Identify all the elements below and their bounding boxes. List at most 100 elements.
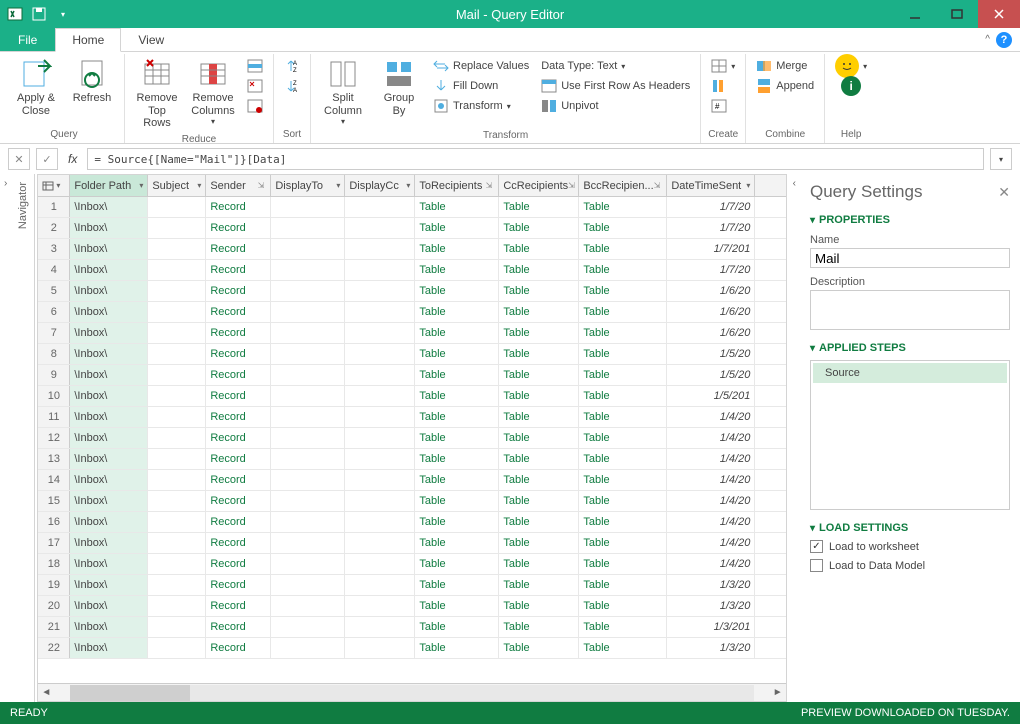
first-row-headers-button[interactable]: Use First Row As Headers [537, 76, 694, 96]
cell-subject[interactable] [148, 596, 206, 616]
row-number[interactable]: 11 [38, 407, 70, 427]
cell-cc[interactable]: Table [499, 596, 579, 616]
cell-bcc[interactable]: Table [579, 575, 667, 595]
cell-folder[interactable]: \Inbox\ [70, 407, 148, 427]
cell-datetime[interactable]: 1/5/20 [667, 365, 755, 385]
cell-cc[interactable]: Table [499, 554, 579, 574]
cell-folder[interactable]: \Inbox\ [70, 281, 148, 301]
cell-displayto[interactable] [271, 575, 345, 595]
cell-bcc[interactable]: Table [579, 638, 667, 658]
cell-sender[interactable]: Record [206, 449, 271, 469]
cell-cc[interactable]: Table [499, 218, 579, 238]
col-displaycc[interactable]: DisplayCc▾ [345, 175, 415, 196]
cell-subject[interactable] [148, 323, 206, 343]
cell-displayto[interactable] [271, 323, 345, 343]
keep-rows-button[interactable] [243, 56, 267, 76]
remove-errors-button[interactable] [243, 96, 267, 116]
cell-bcc[interactable]: Table [579, 197, 667, 217]
cell-subject[interactable] [148, 449, 206, 469]
cell-to[interactable]: Table [415, 407, 499, 427]
group-by-button[interactable]: Group By [373, 56, 425, 119]
cell-displaycc[interactable] [345, 554, 415, 574]
cell-subject[interactable] [148, 512, 206, 532]
scroll-right-icon[interactable]: ► [770, 687, 786, 698]
table-row[interactable]: 21\Inbox\RecordTableTableTable1/3/201 [38, 617, 785, 638]
col-datetimesent[interactable]: DateTimeSent▾ [667, 175, 755, 196]
cell-datetime[interactable]: 1/3/20 [667, 638, 755, 658]
cell-cc[interactable]: Table [499, 281, 579, 301]
cell-folder[interactable]: \Inbox\ [70, 365, 148, 385]
cell-to[interactable]: Table [415, 554, 499, 574]
cell-to[interactable]: Table [415, 449, 499, 469]
cell-cc[interactable]: Table [499, 365, 579, 385]
cell-sender[interactable]: Record [206, 302, 271, 322]
close-button[interactable] [978, 0, 1020, 28]
cell-subject[interactable] [148, 260, 206, 280]
cell-to[interactable]: Table [415, 239, 499, 259]
cell-subject[interactable] [148, 428, 206, 448]
cell-datetime[interactable]: 1/3/20 [667, 596, 755, 616]
row-number[interactable]: 5 [38, 281, 70, 301]
unpivot-button[interactable]: Unpivot [537, 96, 694, 116]
cell-folder[interactable]: \Inbox\ [70, 197, 148, 217]
cell-displaycc[interactable] [345, 239, 415, 259]
step-source[interactable]: Source [813, 363, 1007, 383]
cell-cc[interactable]: Table [499, 197, 579, 217]
cell-sender[interactable]: Record [206, 554, 271, 574]
cell-displayto[interactable] [271, 197, 345, 217]
table-row[interactable]: 1\Inbox\RecordTableTableTable1/7/20 [38, 197, 785, 218]
col-displayto[interactable]: DisplayTo▾ [271, 175, 345, 196]
cell-displayto[interactable] [271, 260, 345, 280]
row-number[interactable]: 21 [38, 617, 70, 637]
navigator-expand-left[interactable]: › [0, 174, 11, 702]
cell-displaycc[interactable] [345, 596, 415, 616]
cell-displayto[interactable] [271, 554, 345, 574]
cell-folder[interactable]: \Inbox\ [70, 386, 148, 406]
sort-asc-button[interactable]: AZ [280, 56, 304, 76]
maximize-button[interactable] [936, 0, 978, 28]
cell-folder[interactable]: \Inbox\ [70, 575, 148, 595]
cell-displayto[interactable] [271, 449, 345, 469]
cell-folder[interactable]: \Inbox\ [70, 239, 148, 259]
cell-folder[interactable]: \Inbox\ [70, 302, 148, 322]
cell-displaycc[interactable] [345, 344, 415, 364]
cell-bcc[interactable]: Table [579, 407, 667, 427]
cell-displaycc[interactable] [345, 260, 415, 280]
load-to-datamodel-checkbox[interactable]: Load to Data Model [810, 559, 1010, 572]
table-row[interactable]: 7\Inbox\RecordTableTableTable1/6/20 [38, 323, 785, 344]
cell-to[interactable]: Table [415, 491, 499, 511]
cell-sender[interactable]: Record [206, 617, 271, 637]
grid-body[interactable]: 1\Inbox\RecordTableTableTable1/7/202\Inb… [38, 197, 785, 683]
cell-datetime[interactable]: 1/4/20 [667, 470, 755, 490]
split-column-button[interactable]: Split Column▾ [317, 56, 369, 128]
cell-displayto[interactable] [271, 407, 345, 427]
cell-datetime[interactable]: 1/4/20 [667, 428, 755, 448]
cell-displayto[interactable] [271, 533, 345, 553]
cell-datetime[interactable]: 1/4/20 [667, 533, 755, 553]
create-table-button[interactable]: ▾ [707, 56, 739, 76]
cell-sender[interactable]: Record [206, 218, 271, 238]
cell-subject[interactable] [148, 302, 206, 322]
col-ccrecipients[interactable]: CcRecipients⇲ [499, 175, 579, 196]
cell-cc[interactable]: Table [499, 302, 579, 322]
cell-folder[interactable]: \Inbox\ [70, 491, 148, 511]
row-number[interactable]: 16 [38, 512, 70, 532]
cell-folder[interactable]: \Inbox\ [70, 596, 148, 616]
load-to-worksheet-checkbox[interactable]: ✓Load to worksheet [810, 540, 1010, 553]
cell-subject[interactable] [148, 638, 206, 658]
cell-cc[interactable]: Table [499, 239, 579, 259]
formula-cancel-button[interactable]: ✕ [8, 148, 30, 170]
cell-folder[interactable]: \Inbox\ [70, 218, 148, 238]
cell-bcc[interactable]: Table [579, 617, 667, 637]
cell-displayto[interactable] [271, 365, 345, 385]
append-button[interactable]: Append [752, 76, 818, 96]
load-settings-section[interactable]: LOAD SETTINGS [810, 522, 1010, 534]
cell-displayto[interactable] [271, 302, 345, 322]
cell-displaycc[interactable] [345, 197, 415, 217]
apply-close-button[interactable]: Apply & Close [10, 56, 62, 119]
cell-subject[interactable] [148, 239, 206, 259]
table-row[interactable]: 11\Inbox\RecordTableTableTable1/4/20 [38, 407, 785, 428]
cell-displayto[interactable] [271, 638, 345, 658]
cell-cc[interactable]: Table [499, 344, 579, 364]
applied-steps-section[interactable]: APPLIED STEPS [810, 342, 1010, 354]
